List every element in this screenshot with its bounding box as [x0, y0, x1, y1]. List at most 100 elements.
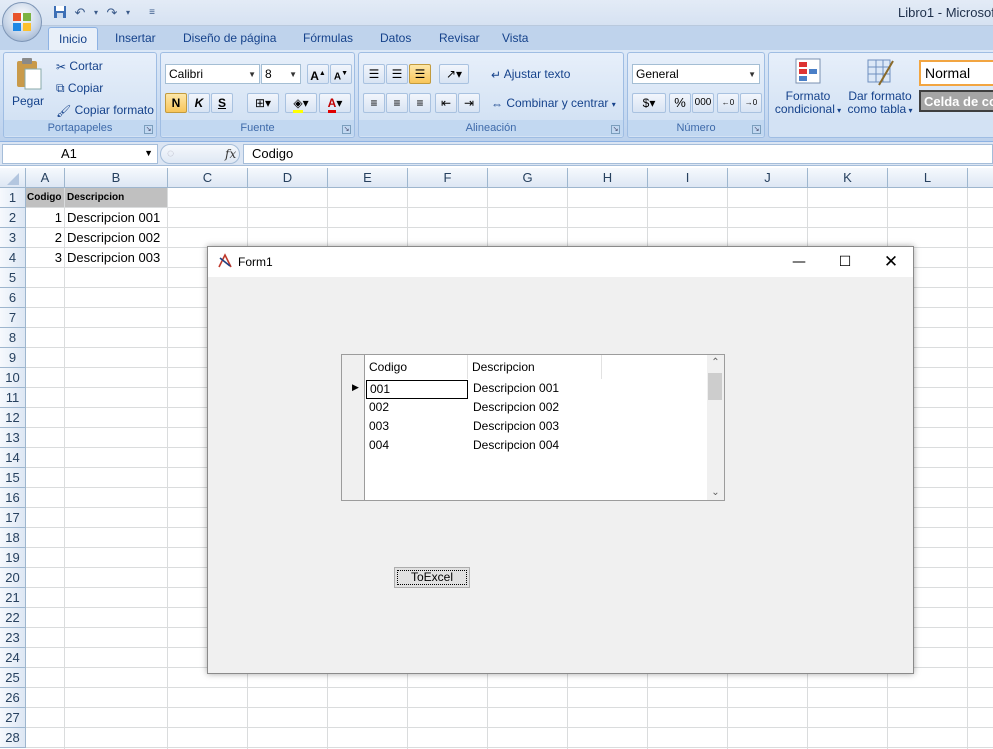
formula-input[interactable]: Codigo	[243, 144, 993, 164]
currency-button[interactable]: $▾	[632, 93, 666, 113]
shrink-font-button[interactable]: A▼	[330, 64, 352, 84]
row-header[interactable]: 28	[0, 728, 26, 748]
align-left-button[interactable]: ≡	[363, 93, 385, 113]
orientation-button[interactable]: ↗▾	[439, 64, 469, 84]
grid-cell[interactable]: Descripcion 002	[470, 399, 604, 418]
grid-cell[interactable]: Descripcion 004	[470, 437, 604, 456]
align-middle-button[interactable]: ☰	[386, 64, 408, 84]
paste-button[interactable]: Pegar	[10, 57, 46, 117]
borders-button[interactable]: ⊞▾	[247, 93, 279, 113]
column-header[interactable]: E	[328, 168, 408, 188]
maximize-button[interactable]: ☐	[822, 247, 868, 277]
tab-formulas[interactable]: Fórmulas	[303, 31, 353, 45]
style-normal[interactable]: Normal	[919, 60, 993, 86]
column-header[interactable]: G	[488, 168, 568, 188]
percent-button[interactable]: %	[669, 93, 691, 113]
cut-button[interactable]: ✂ Cortar	[56, 59, 103, 74]
undo-dropdown-icon[interactable]: ▾	[88, 5, 104, 21]
row-header[interactable]: 7	[0, 308, 26, 328]
row-header[interactable]: 10	[0, 368, 26, 388]
align-right-button[interactable]: ≡	[409, 93, 431, 113]
tab-inicio[interactable]: Inicio	[48, 27, 99, 51]
row-header[interactable]: 23	[0, 628, 26, 648]
number-format-select[interactable]: General ▼	[632, 64, 760, 84]
scroll-up-icon[interactable]: ⌃	[707, 357, 724, 368]
drag-handle-icon[interactable]: ◌	[167, 146, 174, 160]
to-excel-button[interactable]: ToExcel	[394, 567, 470, 588]
column-header[interactable]: C	[168, 168, 248, 188]
row-header[interactable]: 6	[0, 288, 26, 308]
thousands-button[interactable]: 000	[692, 93, 714, 113]
tab-revisar[interactable]: Revisar	[439, 31, 480, 45]
cell-a2[interactable]: 1	[26, 208, 62, 227]
row-header[interactable]: 8	[0, 328, 26, 348]
increase-decimal-button[interactable]: ←0	[717, 93, 739, 113]
format-painter-button[interactable]: 🖌 Copiar formato	[56, 103, 154, 118]
redo-dropdown-icon[interactable]: ▾	[120, 5, 136, 21]
underline-button[interactable]: S	[211, 93, 233, 113]
cell-a3[interactable]: 2	[26, 228, 62, 247]
wrap-text-button[interactable]: ↵ Ajustar texto	[491, 67, 570, 82]
row-header[interactable]: 15	[0, 468, 26, 488]
alignment-launcher-icon[interactable]: ↘	[611, 125, 620, 134]
column-header[interactable]: A	[26, 168, 65, 188]
font-launcher-icon[interactable]: ↘	[342, 125, 351, 134]
grid-column-header-codigo[interactable]: Codigo	[365, 355, 468, 379]
merge-center-button[interactable]: ⇔ Combinar y centrar ▾	[491, 96, 616, 111]
data-grid[interactable]: ▶ Codigo Descripcion 001 Descripcion 001…	[341, 354, 725, 501]
row-header[interactable]: 3	[0, 228, 26, 248]
column-header[interactable]: J	[728, 168, 808, 188]
cell-b2[interactable]: Descripcion 001	[67, 208, 167, 227]
row-header[interactable]: 24	[0, 648, 26, 668]
name-box[interactable]: A1 ▼	[2, 144, 158, 164]
copy-button[interactable]: ⧉ Copiar	[56, 81, 103, 96]
insert-function-icon[interactable]: fx	[225, 147, 236, 161]
cell-b4[interactable]: Descripcion 003	[67, 248, 167, 267]
row-header[interactable]: 21	[0, 588, 26, 608]
grid-column-header-descripcion[interactable]: Descripcion	[468, 355, 602, 379]
minimize-button[interactable]: —	[776, 247, 822, 277]
decrease-indent-button[interactable]: ⇤	[435, 93, 457, 113]
form1-title-bar[interactable]: Form1 — ☐ ✕	[208, 247, 913, 277]
grid-cell[interactable]: Descripcion 003	[470, 418, 604, 437]
row-header[interactable]: 20	[0, 568, 26, 588]
office-button[interactable]	[2, 2, 42, 42]
decrease-decimal-button[interactable]: →0	[740, 93, 762, 113]
select-all-corner[interactable]	[0, 168, 26, 188]
grid-cell[interactable]: Descripcion 001	[470, 380, 604, 399]
undo-icon[interactable]: ↶	[72, 5, 88, 21]
format-as-table-button[interactable]: Dar formato como tabla ▾	[845, 57, 915, 117]
grow-font-button[interactable]: A▲	[307, 64, 329, 84]
tab-datos[interactable]: Datos	[380, 31, 411, 45]
row-header[interactable]: 18	[0, 528, 26, 548]
row-header[interactable]: 13	[0, 428, 26, 448]
cell-a4[interactable]: 3	[26, 248, 62, 267]
scroll-down-icon[interactable]: ⌄	[707, 487, 724, 498]
column-header[interactable]: I	[648, 168, 728, 188]
row-header[interactable]: 16	[0, 488, 26, 508]
chevron-down-icon[interactable]: ▼	[144, 148, 153, 158]
font-name-select[interactable]: Calibri ▼	[165, 64, 260, 84]
row-header[interactable]: 9	[0, 348, 26, 368]
style-check-cell[interactable]: Celda de co	[919, 90, 993, 112]
row-header[interactable]: 14	[0, 448, 26, 468]
cell-b3[interactable]: Descripcion 002	[67, 228, 167, 247]
row-header[interactable]: 5	[0, 268, 26, 288]
column-header[interactable]: F	[408, 168, 488, 188]
grid-cell[interactable]: 003	[366, 418, 468, 437]
row-header[interactable]: 17	[0, 508, 26, 528]
row-header[interactable]: 25	[0, 668, 26, 688]
tab-diseno-pagina[interactable]: Diseño de página	[183, 31, 276, 45]
cell-b1[interactable]: Descripcion	[65, 188, 167, 207]
font-color-button[interactable]: A▾	[319, 93, 351, 113]
scrollbar-thumb[interactable]	[708, 373, 722, 400]
redo-icon[interactable]: ↷	[104, 5, 120, 21]
clipboard-launcher-icon[interactable]: ↘	[144, 125, 153, 134]
conditional-format-button[interactable]: Formato condicional ▾	[773, 57, 843, 117]
font-size-select[interactable]: 8 ▼	[261, 64, 301, 84]
grid-cell-selected[interactable]: 001	[366, 380, 468, 399]
row-header[interactable]: 27	[0, 708, 26, 728]
row-header[interactable]: 2	[0, 208, 26, 228]
increase-indent-button[interactable]: ⇥	[458, 93, 480, 113]
tab-vista[interactable]: Vista	[502, 31, 528, 45]
